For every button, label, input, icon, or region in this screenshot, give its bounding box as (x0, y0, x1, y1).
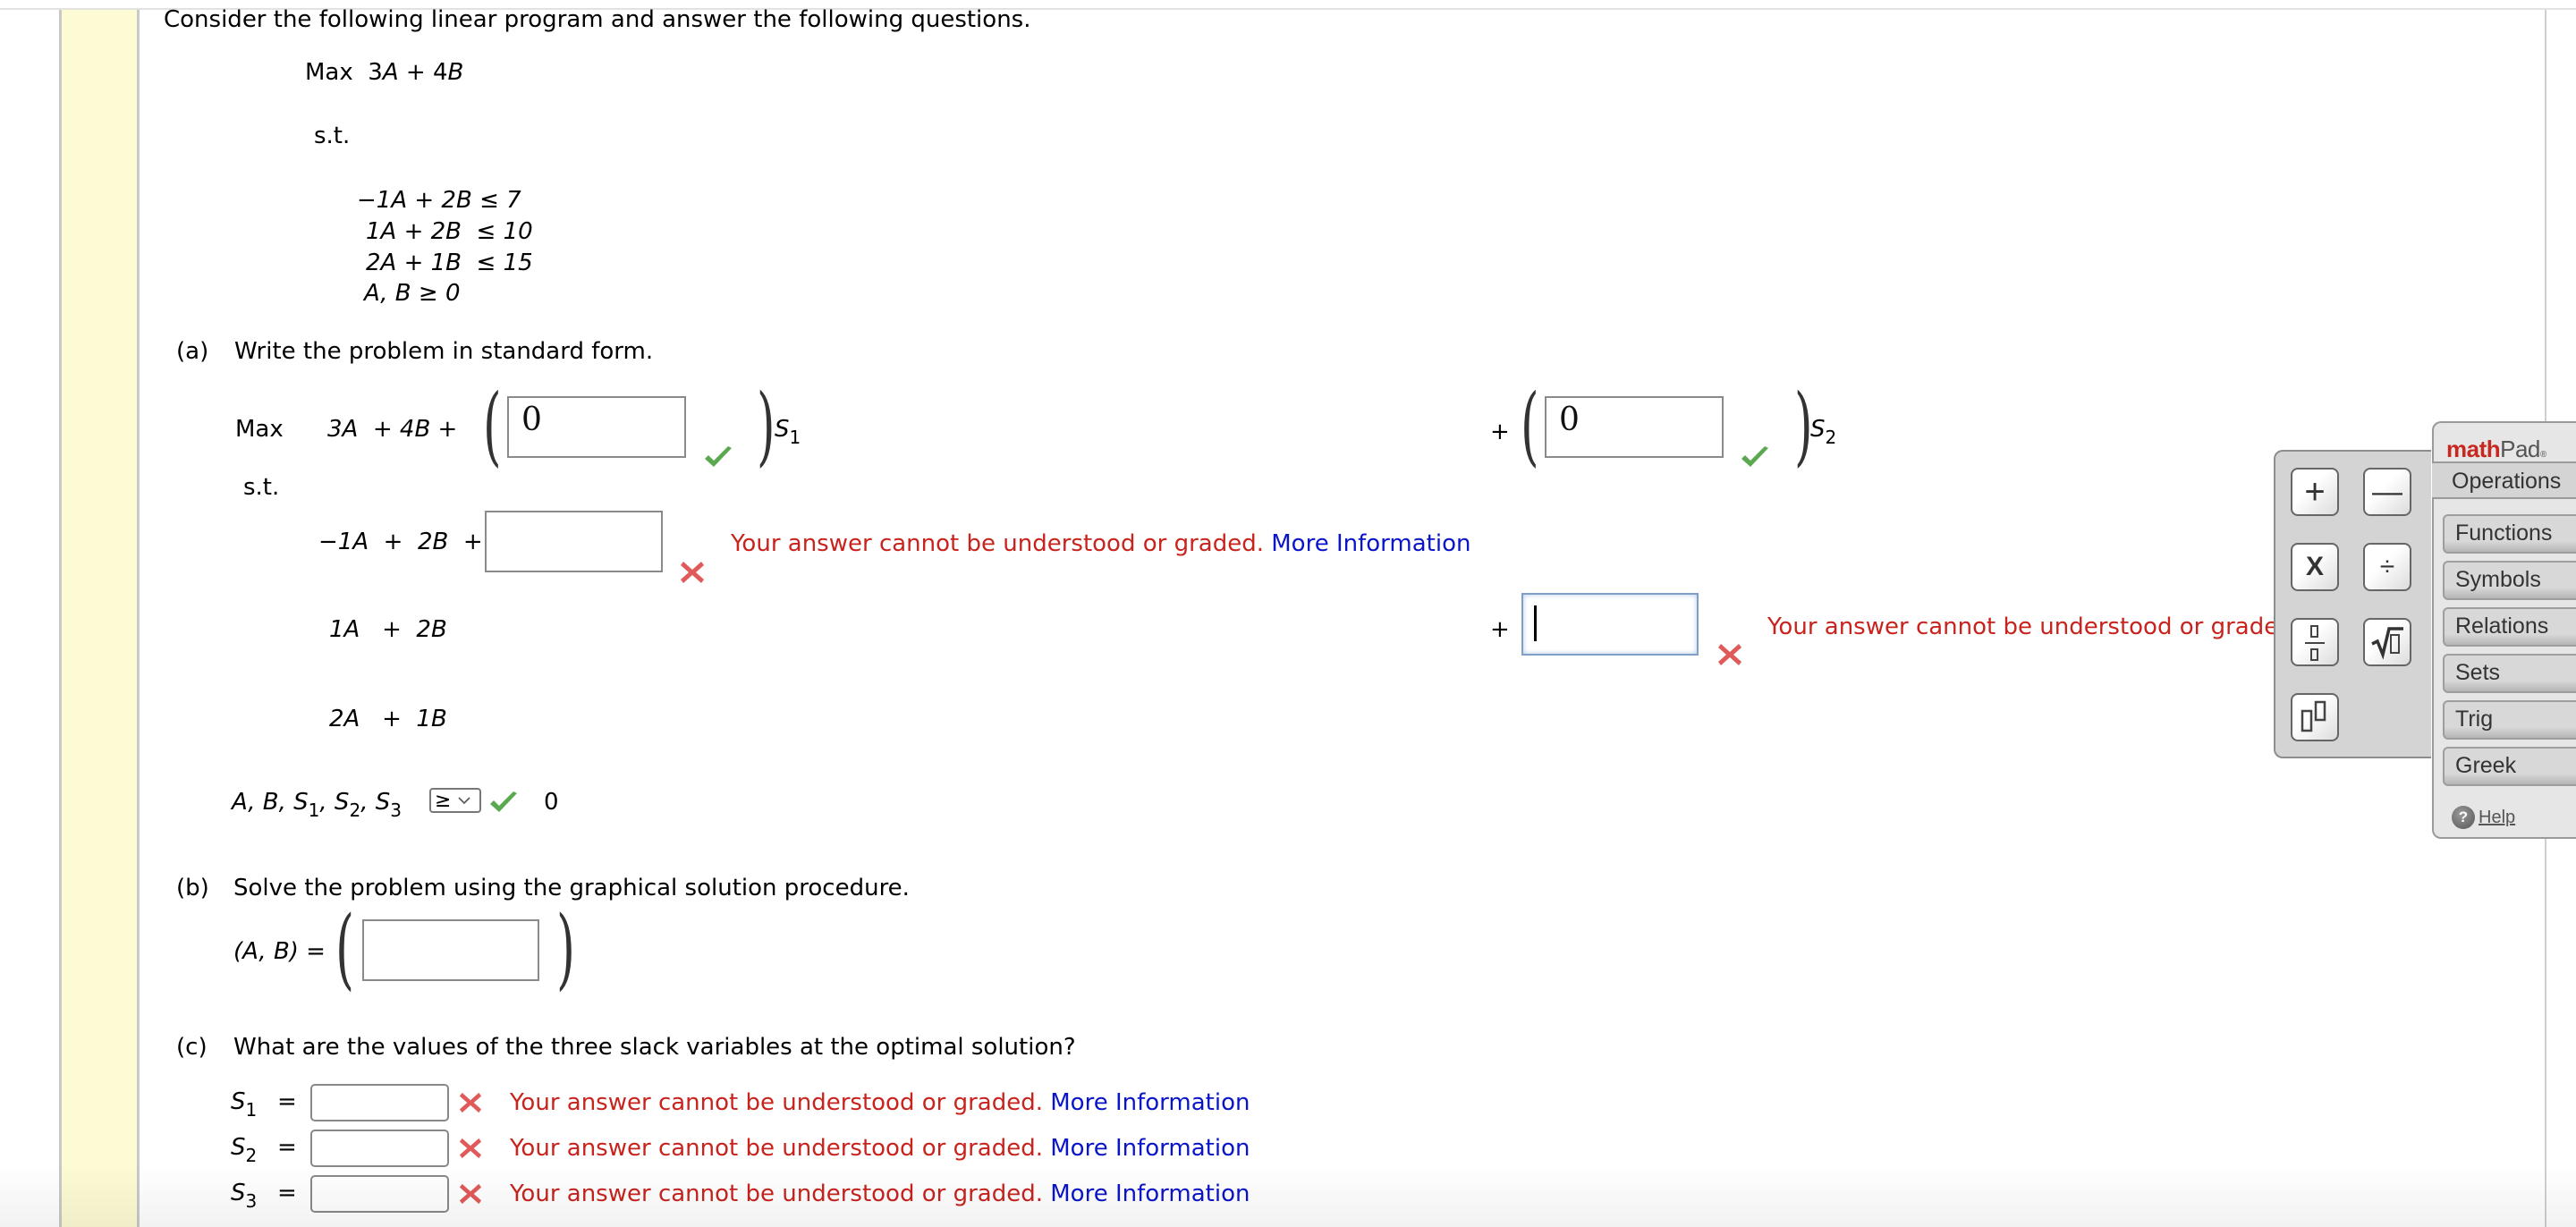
x-icon (459, 1138, 482, 1159)
nonneg-rhs: 0 (544, 789, 559, 816)
check-icon (490, 791, 517, 812)
s1-variable: S1 (775, 416, 801, 448)
equals: = (277, 1088, 297, 1115)
left-paren: ( (1521, 376, 1539, 476)
tab-relations[interactable]: Relations (2443, 607, 2576, 647)
constraint-nonnegativity: A, B ≥ 0 (364, 280, 461, 307)
relation-select[interactable]: ≥ (429, 788, 481, 813)
more-information-link[interactable]: More Information (1050, 1180, 1250, 1207)
st-label: s.t. (314, 123, 351, 149)
part-c-question: What are the values of the three slack v… (233, 1034, 1076, 1061)
x-icon (681, 562, 704, 583)
s1-coefficient-input[interactable]: 0 (507, 396, 686, 458)
intro-text: Consider the following linear program an… (164, 6, 1031, 33)
right-paren: ) (757, 376, 775, 476)
equals: = (277, 1134, 297, 1161)
part-a-label: (a) (176, 338, 209, 365)
more-information-link[interactable]: More Information (1050, 1135, 1250, 1162)
sqrt-button[interactable] (2363, 618, 2411, 666)
tab-symbols[interactable]: Symbols (2443, 561, 2576, 600)
minus-button[interactable]: — (2363, 468, 2411, 516)
equals: = (277, 1180, 297, 1206)
s2-plus: + (1490, 419, 1510, 445)
sf-max-label: Max (235, 416, 284, 443)
slack-s1-label: S1 (231, 1088, 258, 1121)
slack-s2-label: S2 (231, 1134, 258, 1166)
x-icon (1718, 644, 1741, 665)
more-information-link[interactable]: More Information (1271, 530, 1470, 557)
nonneg-variables: A, B, S1, S2, S3 (232, 789, 402, 821)
error-message: Your answer cannot be understood or grad… (510, 1180, 1250, 1207)
slack-s3-input[interactable] (310, 1175, 449, 1213)
slack-s2-input[interactable] (310, 1130, 449, 1167)
objective-max-label: Max (305, 59, 353, 86)
divide-button[interactable]: ÷ (2363, 543, 2411, 591)
slack-s3-label: S3 (231, 1180, 258, 1212)
sf-row2-lhs: 1A + 2B (329, 616, 447, 643)
part-a-question: Write the problem in standard form. (234, 338, 654, 365)
error-message: Your answer cannot be understood or grad… (731, 530, 1471, 557)
fraction-button[interactable] (2291, 618, 2339, 666)
sf-row3-lhs: 2A + 1B (329, 706, 447, 732)
check-icon (705, 446, 732, 467)
constraint-3: 2A + 1B ≤ 15 (366, 250, 533, 276)
exponent-icon (2301, 700, 2326, 732)
ab-solution-input[interactable] (362, 919, 539, 981)
mathpad-panel: mathPad® Operations Functions Symbols Re… (2432, 421, 2576, 839)
slack-s1-input[interactable] (310, 1084, 449, 1121)
error-message: Your answer cannot be understood or grad… (510, 1089, 1250, 1116)
constraint-2: 1A + 2B ≤ 10 (366, 218, 533, 245)
mathpad-operations-panel: + — X ÷ (2274, 450, 2431, 758)
ab-label: (A, B) = (233, 938, 326, 965)
more-information-link[interactable]: More Information (1050, 1089, 1250, 1116)
tab-greek[interactable]: Greek (2443, 747, 2576, 786)
help-link[interactable]: ? Help (2452, 806, 2515, 829)
row2-plus: + (1490, 616, 1510, 643)
text-caret (1534, 605, 1537, 641)
s2-constraint-input[interactable] (1521, 593, 1699, 656)
chevron-down-icon (458, 796, 471, 804)
tab-functions[interactable]: Functions (2443, 514, 2576, 554)
multiply-button[interactable]: X (2291, 543, 2339, 591)
tab-operations[interactable]: Operations (2432, 461, 2576, 499)
s2-variable: S2 (1810, 416, 1837, 448)
plus-button[interactable]: + (2291, 468, 2339, 516)
right-paren: ) (556, 898, 576, 1000)
sf-objective-terms: 3A + 4B + (327, 416, 458, 443)
question-sidebar (59, 10, 140, 1227)
help-icon: ? (2452, 806, 2475, 829)
mathpad-logo: mathPad® (2446, 436, 2546, 462)
x-icon (459, 1092, 482, 1113)
check-icon (1741, 446, 1768, 467)
sqrt-icon (2371, 627, 2403, 660)
exponent-button[interactable] (2291, 693, 2339, 741)
x-icon (459, 1183, 482, 1205)
part-b-label: (b) (176, 875, 209, 901)
error-message: Your answer cannot be understood or grad… (1767, 614, 2301, 640)
sf-st-label: s.t. (243, 474, 280, 501)
objective-function: Max 3A + 4B (305, 59, 464, 86)
part-b-question: Solve the problem using the graphical so… (233, 875, 910, 901)
constraint-1: −1A + 2B ≤ 7 (357, 187, 521, 214)
left-paren: ( (483, 376, 502, 476)
s1-constraint-input[interactable] (485, 511, 663, 572)
part-c-label: (c) (176, 1034, 208, 1061)
tab-trig[interactable]: Trig (2443, 700, 2576, 740)
s2-coefficient-input[interactable]: 0 (1545, 396, 1724, 458)
tab-sets[interactable]: Sets (2443, 654, 2576, 693)
sf-row1-lhs: −1A + 2B + (318, 529, 483, 555)
left-paren: ( (335, 898, 355, 1000)
fraction-icon (2305, 625, 2325, 661)
error-message: Your answer cannot be understood or grad… (510, 1135, 1250, 1162)
